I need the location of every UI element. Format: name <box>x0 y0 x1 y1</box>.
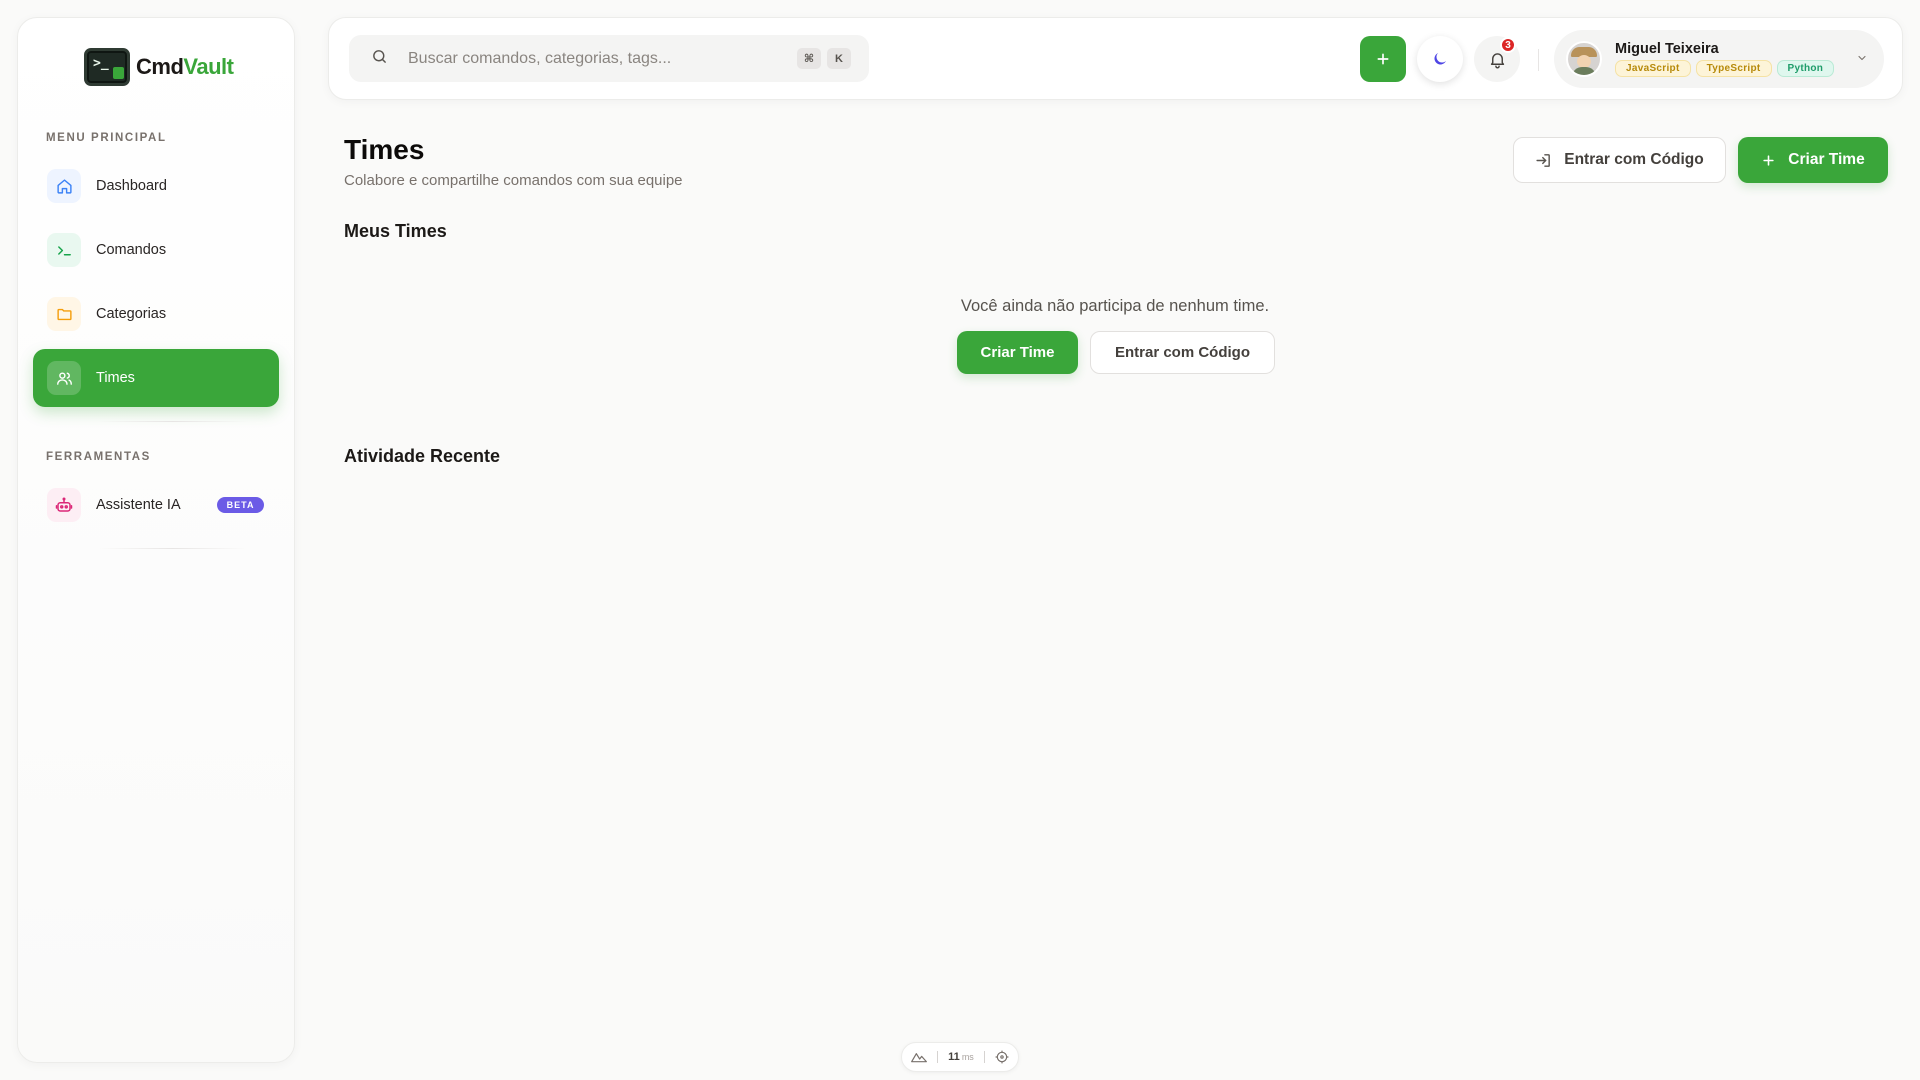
create-team-button[interactable]: Criar Time <box>1738 137 1888 183</box>
sidebar-item-label: Times <box>96 370 135 386</box>
sidebar-divider <box>98 548 248 549</box>
avatar <box>1566 41 1602 77</box>
sidebar-item-comandos[interactable]: Comandos <box>33 221 279 279</box>
notifications-button[interactable]: 3 <box>1474 36 1520 82</box>
recent-activity-heading: Atividade Recente <box>344 446 501 466</box>
mountain-icon[interactable] <box>911 1051 928 1063</box>
moon-icon <box>1434 53 1446 65</box>
logo-text-vault: Vault <box>183 54 234 79</box>
login-icon <box>1536 153 1551 167</box>
user-tags: JavaScript TypeScript Python <box>1615 60 1835 77</box>
empty-join-with-code-label: Entrar com Código <box>1114 344 1250 361</box>
top-header: ⌘ K 3 Miguel Teixeira JavaScript TypeScr… <box>328 17 1903 100</box>
my-teams-heading: Meus Times <box>344 221 447 241</box>
create-team-label: Criar Time <box>1788 151 1865 168</box>
chevron-down-icon <box>1856 51 1868 69</box>
user-profile-menu[interactable]: Miguel Teixeira JavaScript TypeScript Py… <box>1554 30 1884 88</box>
join-with-code-label: Entrar com Código <box>1564 151 1704 168</box>
user-info: Miguel Teixeira JavaScript TypeScript Py… <box>1615 41 1835 77</box>
search-shortcut: ⌘ K <box>791 48 851 69</box>
folder-icon <box>47 297 81 331</box>
empty-join-with-code-button[interactable]: Entrar com Código <box>1090 331 1275 374</box>
search-bar: ⌘ K <box>349 35 869 82</box>
sidebar-item-label: Categorias <box>96 306 167 322</box>
sidebar-item-assistente-ia[interactable]: Assistente IA BETA <box>33 476 279 534</box>
tag-python: Python <box>1776 60 1835 77</box>
logo[interactable]: >_ CmdVault <box>84 48 234 86</box>
dev-toolbar: 11 ms <box>901 1042 1019 1072</box>
logo-text-cmd: Cmd <box>136 54 184 79</box>
sidebar-item-label: Dashboard <box>96 178 167 194</box>
notification-badge: 3 <box>1500 37 1516 53</box>
section-label-main: MENU PRINCIPAL <box>46 132 167 144</box>
sidebar-item-label: Comandos <box>96 242 167 258</box>
beta-badge: BETA <box>216 497 265 513</box>
search-icon <box>371 48 388 70</box>
logo-text: CmdVault <box>136 54 234 80</box>
shortcut-key-cmd: ⌘ <box>797 48 821 69</box>
render-time-value: 11 <box>948 1051 960 1063</box>
empty-create-team-label: Criar Time <box>980 344 1055 361</box>
bell-icon <box>1490 52 1504 68</box>
tag-typescript: TypeScript <box>1695 60 1772 77</box>
dev-toolbar-divider <box>937 1051 939 1063</box>
app-root: >_ CmdVault MENU PRINCIPAL Dashboard Com… <box>0 0 1920 1080</box>
plus-icon <box>1763 154 1774 166</box>
section-label-tools: FERRAMENTAS <box>46 451 151 463</box>
quick-add-button[interactable] <box>1360 36 1406 82</box>
tag-javascript: JavaScript <box>1615 60 1691 77</box>
plus-icon <box>1377 53 1389 65</box>
terminal-icon <box>47 233 81 267</box>
render-time: 11 ms <box>948 1051 974 1063</box>
sidebar: >_ CmdVault MENU PRINCIPAL Dashboard Com… <box>17 17 295 1063</box>
users-icon <box>47 361 81 395</box>
search-input[interactable] <box>408 49 788 68</box>
sidebar-item-categorias[interactable]: Categorias <box>33 285 279 343</box>
shortcut-key-k: K <box>827 48 851 69</box>
sidebar-item-times[interactable]: Times <box>33 349 279 407</box>
page-title: Times <box>344 134 425 165</box>
header-divider <box>1538 49 1539 71</box>
crosshair-icon[interactable] <box>995 1050 1009 1064</box>
sidebar-item-label: Assistente IA <box>96 497 181 513</box>
sidebar-divider <box>98 421 248 422</box>
empty-create-team-button[interactable]: Criar Time <box>957 331 1078 374</box>
logo-terminal-icon: >_ <box>84 48 130 86</box>
join-with-code-button[interactable]: Entrar com Código <box>1513 137 1726 183</box>
robot-icon <box>47 488 81 522</box>
empty-state-message: Você ainda não participa de nenhum time. <box>960 297 1270 315</box>
dev-toolbar-divider <box>983 1051 985 1063</box>
home-icon <box>47 169 81 203</box>
render-time-unit: ms <box>961 1052 974 1062</box>
page-subtitle: Colabore e compartilhe comandos com sua … <box>344 172 683 189</box>
sidebar-item-dashboard[interactable]: Dashboard <box>33 157 279 215</box>
user-name: Miguel Teixeira <box>1615 41 1719 57</box>
theme-toggle-button[interactable] <box>1417 36 1463 82</box>
